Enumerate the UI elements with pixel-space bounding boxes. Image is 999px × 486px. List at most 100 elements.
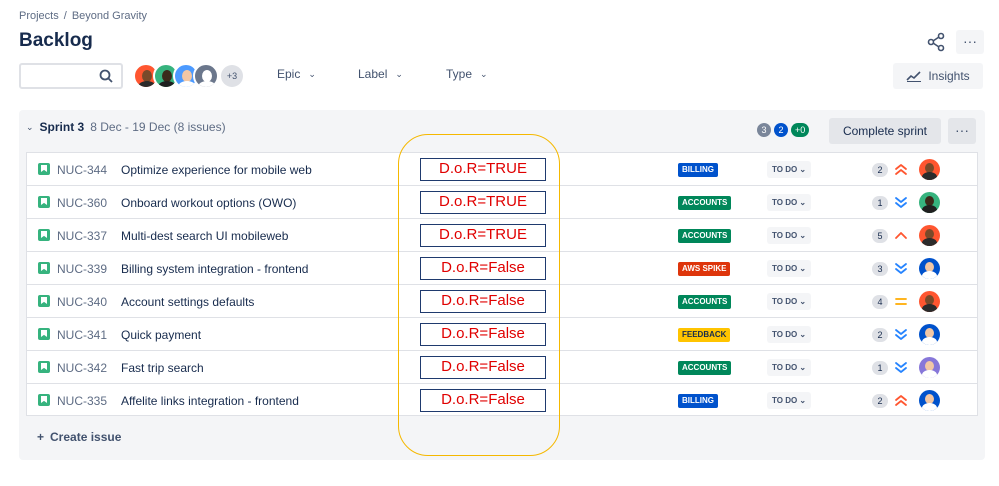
issue-key[interactable]: NUC-342 [57, 361, 107, 375]
table-row[interactable]: NUC-335 Affelite links integration - fron… [26, 383, 978, 416]
issue-key[interactable]: NUC-337 [57, 229, 107, 243]
insights-button[interactable]: Insights [893, 63, 983, 89]
epic-label-lozenge[interactable]: AWS SPIKE [678, 262, 731, 276]
sprint-name: Sprint 3 [39, 120, 85, 134]
story-icon [38, 262, 50, 274]
issue-summary[interactable]: Billing system integration - frontend [121, 262, 308, 276]
table-row[interactable]: NUC-341 Quick payment D.o.R=False FEEDBACK T… [26, 317, 978, 350]
issue-summary[interactable]: Quick payment [121, 328, 201, 342]
dor-annotation: D.o.R=TRUE [420, 158, 546, 181]
epic-label-lozenge[interactable]: ACCOUNTS [678, 229, 732, 243]
priority-high-icon [895, 232, 907, 239]
status-dropdown[interactable]: TO DO ⌄ [767, 161, 812, 178]
breadcrumb-current-project[interactable]: Beyond Gravity [72, 10, 147, 22]
assignee-avatar[interactable] [919, 225, 940, 246]
avatar-body [922, 403, 937, 411]
avatar-body [138, 81, 156, 87]
priority-highest-icon [895, 164, 907, 175]
chart-icon [906, 71, 922, 82]
epic-label-lozenge[interactable]: ACCOUNTS [678, 295, 732, 309]
status-dropdown[interactable]: TO DO ⌄ [767, 227, 812, 244]
type-filter-label: Type [446, 67, 473, 81]
priority-medium-icon [895, 298, 907, 305]
issue-summary[interactable]: Affelite links integration - frontend [121, 394, 299, 408]
epic-label-lozenge[interactable]: BILLING [678, 163, 718, 177]
status-dropdown[interactable]: TO DO ⌄ [767, 260, 812, 277]
type-filter-dropdown[interactable]: Type ⌄ [446, 67, 488, 81]
dor-annotation: D.o.R=TRUE [420, 224, 546, 247]
story-icon [38, 361, 50, 373]
issue-key[interactable]: NUC-335 [57, 394, 107, 408]
epic-label-lozenge[interactable]: ACCOUNTS [678, 361, 732, 375]
more-actions-button[interactable]: ··· [956, 30, 984, 54]
avatar-body [198, 81, 216, 87]
avatar-body [922, 172, 937, 180]
search-input[interactable] [19, 63, 123, 89]
story-icon [38, 328, 50, 340]
table-row[interactable]: NUC-342 Fast trip search D.o.R=False ACCOUN… [26, 350, 978, 383]
issue-key[interactable]: NUC-341 [57, 328, 107, 342]
story-points-badge: 1 [872, 196, 888, 210]
chevron-down-icon[interactable]: ⌄ [26, 122, 34, 133]
count-in-progress-badge: 2 [774, 123, 788, 137]
epic-label-lozenge[interactable]: BILLING [678, 394, 718, 408]
story-points-badge: 3 [872, 262, 888, 276]
priority-lowest-icon [895, 329, 907, 340]
assignee-avatar[interactable] [919, 192, 940, 213]
assignee-avatar[interactable] [919, 357, 940, 378]
complete-sprint-button[interactable]: Complete sprint [829, 118, 941, 144]
status-dropdown[interactable]: TO DO ⌄ [767, 359, 812, 376]
insights-label: Insights [928, 69, 970, 83]
table-row[interactable]: NUC-344 Optimize experience for mobile we… [26, 152, 978, 185]
more-avatars-badge[interactable]: +3 [221, 65, 243, 87]
status-dropdown[interactable]: TO DO ⌄ [767, 194, 812, 211]
status-dropdown[interactable]: TO DO ⌄ [767, 293, 812, 310]
label-filter-dropdown[interactable]: Label ⌄ [358, 67, 403, 81]
assignee-avatar[interactable] [919, 390, 940, 411]
issue-key[interactable]: NUC-344 [57, 163, 107, 177]
avatar-body [922, 238, 937, 246]
assignee-avatar[interactable] [919, 324, 940, 345]
epic-filter-label: Epic [277, 67, 301, 81]
sprint-more-button[interactable]: ··· [948, 118, 976, 144]
label-filter-label: Label [358, 67, 388, 81]
avatar-body [922, 205, 937, 213]
sprint-issue-counts: 3 2 +0 [757, 123, 810, 137]
issue-key[interactable]: NUC-339 [57, 262, 107, 276]
epic-filter-dropdown[interactable]: Epic ⌄ [277, 67, 316, 81]
chevron-down-icon: ⌄ [308, 68, 316, 79]
count-todo-badge: 3 [757, 123, 771, 137]
story-points-badge: 1 [872, 361, 888, 375]
assignee-avatar[interactable] [919, 159, 940, 180]
story-icon [38, 295, 50, 307]
issue-key[interactable]: NUC-360 [57, 196, 107, 210]
table-row[interactable]: NUC-337 Multi-dest search UI mobileweb D.o… [26, 218, 978, 251]
table-row[interactable]: NUC-360 Onboard workout options (OWO) D.o.… [26, 185, 978, 218]
table-row[interactable]: NUC-339 Billing system integration - fron… [26, 251, 978, 284]
story-points-badge: 2 [872, 394, 888, 408]
share-icon[interactable] [926, 32, 946, 52]
issue-summary[interactable]: Account settings defaults [121, 295, 254, 309]
epic-label-lozenge[interactable]: ACCOUNTS [678, 196, 732, 210]
issue-summary[interactable]: Fast trip search [121, 361, 204, 375]
table-row[interactable]: NUC-340 Account settings defaults D.o.R=Fa… [26, 284, 978, 317]
status-dropdown[interactable]: TO DO ⌄ [767, 326, 812, 343]
story-points-badge: 2 [872, 328, 888, 342]
issue-summary[interactable]: Onboard workout options (OWO) [121, 196, 296, 210]
status-dropdown[interactable]: TO DO ⌄ [767, 392, 812, 409]
avatar[interactable] [193, 63, 219, 89]
story-icon [38, 229, 50, 241]
chevron-down-icon: ⌄ [395, 68, 403, 79]
breadcrumb-projects-link[interactable]: Projects [19, 10, 59, 22]
issue-key[interactable]: NUC-340 [57, 295, 107, 309]
assignee-avatar[interactable] [919, 291, 940, 312]
breadcrumb-separator: / [63, 10, 67, 22]
assignee-avatar[interactable] [919, 258, 940, 279]
sprint-header[interactable]: ⌄ Sprint 3 8 Dec - 19 Dec (8 issues) [26, 120, 226, 134]
page-title: Backlog [19, 30, 93, 51]
epic-label-lozenge[interactable]: FEEDBACK [678, 328, 731, 342]
priority-highest-icon [895, 395, 907, 406]
issue-summary[interactable]: Optimize experience for mobile web [121, 163, 312, 177]
create-issue-button[interactable]: + Create issue [37, 430, 121, 444]
issue-summary[interactable]: Multi-dest search UI mobileweb [121, 229, 288, 243]
